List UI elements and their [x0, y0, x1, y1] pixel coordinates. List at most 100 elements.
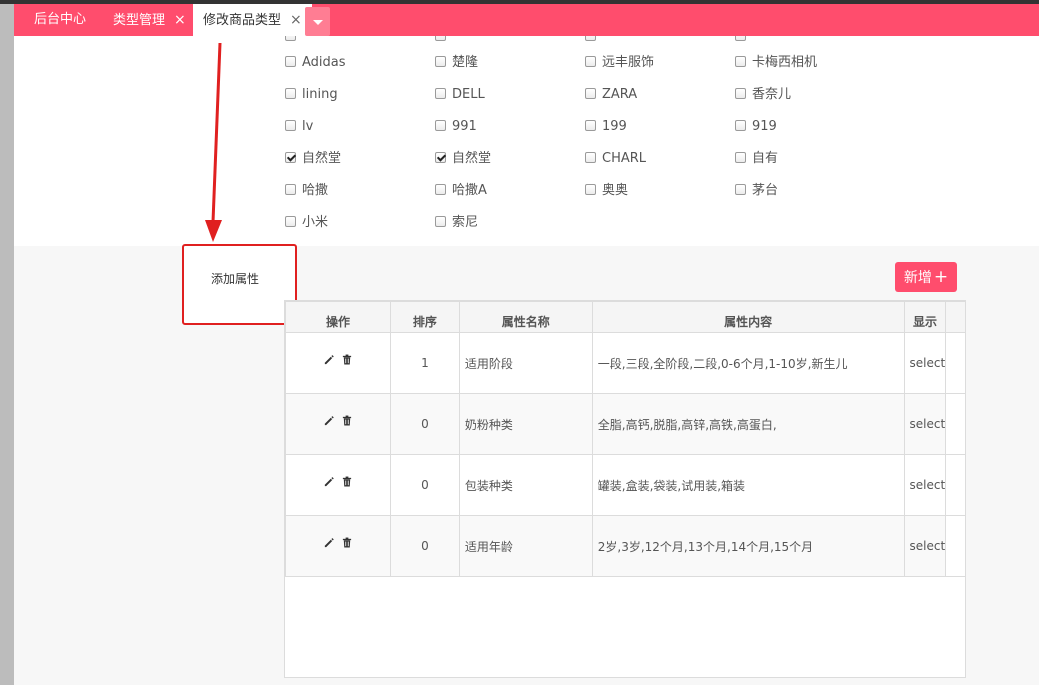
column-header-display: 显示	[903, 301, 947, 333]
brand-checkbox-item[interactable]: 哈撒A	[435, 182, 487, 200]
attribute-table-container: 操作 排序 属性名称 属性内容 显示 1 适用阶段 一段,三段,全阶段,二段,0-6…	[284, 300, 966, 678]
brand-label: lining	[302, 87, 338, 102]
brand-checkbox-item[interactable]: 自有	[735, 150, 778, 168]
brand-label: CHARL	[602, 151, 647, 166]
checkbox-checked[interactable]	[435, 152, 446, 163]
checkbox[interactable]	[435, 36, 446, 41]
brand-label: 远丰服饰	[602, 55, 655, 70]
left-scrollbar[interactable]	[0, 4, 14, 685]
row-actions	[285, 393, 391, 455]
column-header-sort: 排序	[389, 301, 460, 333]
checkbox[interactable]	[285, 36, 296, 41]
pencil-icon[interactable]	[323, 476, 335, 487]
add-attribute-button[interactable]: 新增 +	[895, 262, 957, 292]
checkbox[interactable]	[285, 56, 296, 67]
tab-bar: 后台中心 类型管理 × 修改商品类型 ×	[14, 4, 1039, 36]
checkbox[interactable]	[585, 56, 596, 67]
checkbox-checked[interactable]	[285, 152, 296, 163]
brand-label: 自然堂	[452, 151, 492, 166]
brand-checkbox-item[interactable]: 卡梅西相机	[735, 54, 817, 72]
checkbox[interactable]	[285, 120, 296, 131]
pencil-icon[interactable]	[323, 415, 335, 426]
brand-checkbox-item[interactable]: Adidas	[285, 54, 346, 72]
table-row: 0 奶粉种类 全脂,高钙,脱脂,高锌,高铁,高蛋白, select	[285, 393, 965, 455]
table-row: 0 包装种类 罐装,盒装,袋装,试用装,箱装 select	[285, 454, 965, 516]
row-attribute-name: 包装种类	[458, 454, 593, 516]
checkbox[interactable]	[735, 120, 746, 131]
brand-checkbox-item[interactable]: 哈撒	[285, 182, 328, 200]
brand-label: 茅台	[752, 183, 779, 198]
checkbox[interactable]	[435, 216, 446, 227]
add-attribute-label: 添加属性	[211, 272, 260, 286]
brand-label: 香奈儿	[752, 87, 792, 102]
checkbox[interactable]	[735, 36, 746, 41]
row-display-mode: select	[903, 393, 947, 455]
checkbox[interactable]	[285, 216, 296, 227]
checkbox[interactable]	[285, 88, 296, 99]
brand-label: ZARA	[602, 87, 638, 102]
checkbox[interactable]	[735, 88, 746, 99]
checkbox[interactable]	[585, 120, 596, 131]
brand-checkbox-item[interactable]: DELL	[435, 86, 485, 104]
tab-dashboard[interactable]: 后台中心	[34, 4, 86, 36]
tab-label: 后台中心	[34, 12, 87, 27]
tab-type-management[interactable]: 类型管理 ×	[113, 4, 186, 36]
brand-checkbox-item[interactable]: 远丰服饰	[585, 54, 654, 72]
brand-checkbox-item[interactable]: lining	[285, 86, 338, 104]
brand-checkbox-item[interactable]: 索尼	[435, 214, 478, 232]
tab-edit-product-type[interactable]: 修改商品类型 ×	[193, 4, 312, 36]
checkbox[interactable]	[735, 152, 746, 163]
brand-checkbox-panel: Adidas 楚隆 远丰服饰 卡梅西相机 lining DELL ZARA 香奈儿 lv 991 1…	[14, 36, 1039, 246]
brand-checkbox-item[interactable]: 小米	[285, 214, 328, 232]
brand-checkbox-item[interactable]: 991	[435, 118, 477, 136]
brand-checkbox-item[interactable]: 自然堂	[285, 150, 341, 168]
column-header-content: 属性内容	[591, 301, 905, 333]
brand-checkbox-item[interactable]: 919	[735, 118, 777, 136]
checkbox[interactable]	[585, 36, 596, 41]
brand-checkbox-item[interactable]: 香奈儿	[735, 86, 791, 104]
row-attribute-content: 2岁,3岁,12个月,13个月,14个月,15个月	[591, 515, 905, 577]
close-icon[interactable]: ×	[174, 12, 186, 28]
trash-icon[interactable]	[342, 354, 352, 365]
checkbox[interactable]	[435, 88, 446, 99]
brand-checkbox-item[interactable]: CHARL	[585, 150, 646, 168]
brand-checkbox-item[interactable]: 茅台	[735, 182, 778, 200]
checkbox[interactable]	[435, 184, 446, 195]
row-sort: 0	[389, 515, 460, 577]
row-attribute-content: 罐装,盒装,袋装,试用装,箱装	[591, 454, 905, 516]
caret-down-icon[interactable]	[305, 7, 330, 36]
trash-icon[interactable]	[342, 476, 352, 487]
brand-checkbox-item[interactable]: 楚隆	[435, 54, 478, 72]
row-display-mode: select	[903, 515, 947, 577]
brand-checkbox-item[interactable]: lv	[285, 118, 313, 136]
checkbox[interactable]	[585, 152, 596, 163]
row-actions	[285, 454, 391, 516]
pencil-icon[interactable]	[323, 354, 335, 365]
checkbox[interactable]	[585, 184, 596, 195]
close-icon[interactable]: ×	[290, 12, 302, 28]
trash-icon[interactable]	[342, 537, 352, 548]
plus-icon: +	[933, 267, 949, 287]
checkbox[interactable]	[435, 120, 446, 131]
checkbox[interactable]	[735, 184, 746, 195]
brand-label: 919	[752, 119, 777, 134]
row-attribute-name: 奶粉种类	[458, 393, 593, 455]
row-display-mode: select	[903, 332, 947, 394]
brand-checkbox-item[interactable]: 自然堂	[435, 150, 491, 168]
brand-checkbox-item[interactable]: ZARA	[585, 86, 637, 104]
pencil-icon[interactable]	[323, 537, 335, 548]
row-sort: 0	[389, 393, 460, 455]
checkbox[interactable]	[585, 88, 596, 99]
checkbox[interactable]	[285, 184, 296, 195]
brand-label: 自然堂	[302, 151, 342, 166]
row-display-mode: select	[903, 454, 947, 516]
checkbox[interactable]	[435, 56, 446, 67]
brand-checkbox-item[interactable]: 199	[585, 118, 627, 136]
trash-icon[interactable]	[342, 415, 352, 426]
row-spacer	[945, 332, 965, 394]
brand-checkbox-item[interactable]: 奥奥	[585, 182, 628, 200]
brand-label: 楚隆	[452, 55, 479, 70]
row-attribute-content: 一段,三段,全阶段,二段,0-6个月,1-10岁,新生儿	[591, 332, 905, 394]
checkbox[interactable]	[735, 56, 746, 67]
table-row: 1 适用阶段 一段,三段,全阶段,二段,0-6个月,1-10岁,新生儿 select	[285, 332, 965, 394]
